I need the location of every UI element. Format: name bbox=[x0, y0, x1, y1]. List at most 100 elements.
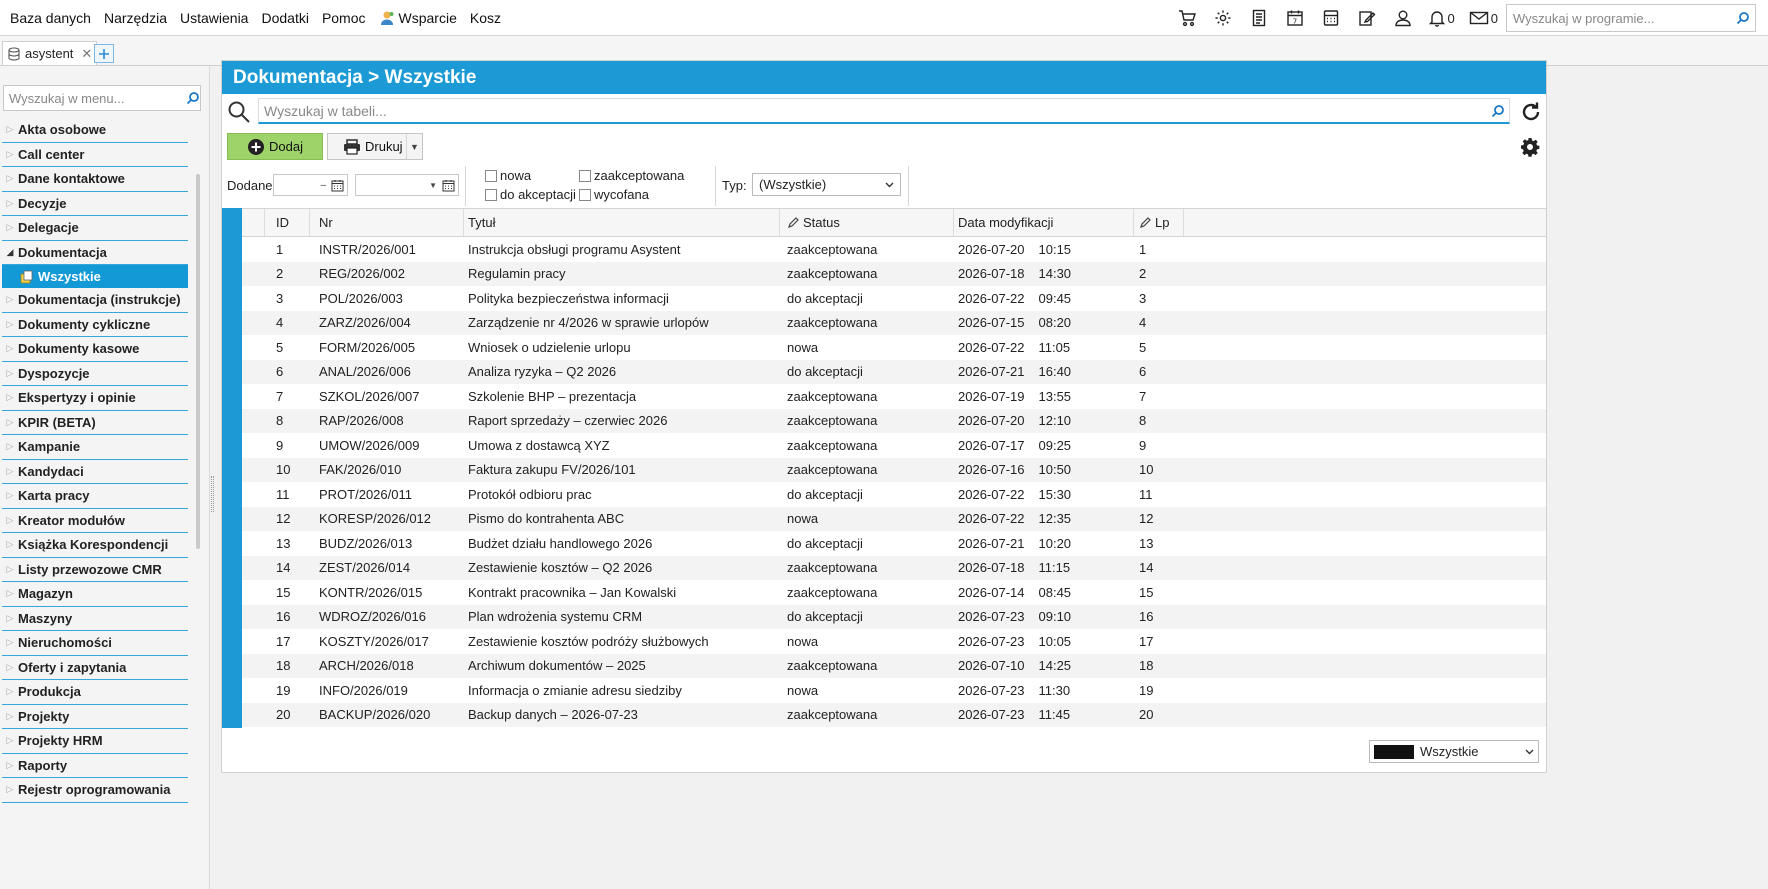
sidebar-splitter[interactable] bbox=[211, 476, 214, 512]
sidebar-subitem-wszystkie[interactable]: Wszystkie bbox=[2, 265, 188, 288]
menu-search-input[interactable] bbox=[4, 90, 185, 106]
table-row[interactable]: 10 FAK/2026/010 Faktura zakupu FV/2026/101… bbox=[242, 457, 1546, 482]
table-row[interactable]: 6 ANAL/2026/006 Analiza ryzyka – Q2 2026 do… bbox=[242, 359, 1546, 384]
triangle-right-icon[interactable]: ▷ bbox=[2, 735, 18, 746]
sidebar-item[interactable]: ▷ Delegacje bbox=[2, 216, 188, 241]
checkbox-box[interactable] bbox=[485, 188, 497, 201]
triangle-right-icon[interactable]: ▷ bbox=[2, 662, 18, 673]
triangle-right-icon[interactable]: ▷ bbox=[2, 343, 18, 354]
menu-item-wsparcie[interactable]: Wsparcie bbox=[379, 10, 457, 26]
table-row[interactable]: 17 KOSZTY/2026/017 Zestawienie kosztów pod… bbox=[242, 629, 1546, 654]
menu-item-kosz[interactable]: Kosz bbox=[470, 10, 501, 26]
table-row[interactable]: 5 FORM/2026/005 Wniosek o udzielenie urlop… bbox=[242, 335, 1546, 360]
sidebar-item[interactable]: ▷ Kampanie bbox=[2, 435, 188, 460]
checkbox-do-akceptacji[interactable]: do akceptacji bbox=[485, 187, 576, 202]
triangle-right-icon[interactable]: ▷ bbox=[2, 417, 18, 428]
type-select[interactable]: (Wszystkie) bbox=[752, 173, 901, 196]
table-row[interactable]: 1 INSTR/2026/001 Instrukcja obsługi progra… bbox=[242, 237, 1546, 262]
checkbox-nowa[interactable]: nowa bbox=[485, 168, 531, 183]
sidebar-item[interactable]: ▷ Rejestr oprogramowania bbox=[2, 778, 188, 803]
triangle-right-icon[interactable]: ▷ bbox=[2, 319, 18, 330]
table-row[interactable]: 8 RAP/2026/008 Raport sprzedaży – czerwiec… bbox=[242, 408, 1546, 433]
sidebar-item[interactable]: ▷ Call center bbox=[2, 142, 188, 167]
checkbox-box[interactable] bbox=[579, 188, 591, 201]
table-row[interactable]: 15 KONTR/2026/015 Kontrakt pracownika – Ja… bbox=[242, 580, 1546, 605]
sidebar-item[interactable]: ▷ Projekty HRM bbox=[2, 729, 188, 754]
triangle-right-icon[interactable]: ▷ bbox=[2, 124, 18, 135]
gear-icon[interactable] bbox=[1212, 7, 1234, 29]
sidebar-item[interactable]: ▷ Dokumentacja (instrukcje) bbox=[2, 288, 188, 313]
notifications[interactable]: 0 bbox=[1428, 9, 1455, 27]
sidebar-item[interactable]: ▷ Decyzje bbox=[2, 191, 188, 216]
triangle-right-icon[interactable]: ▷ bbox=[2, 564, 18, 575]
triangle-right-icon[interactable]: ▷ bbox=[2, 441, 18, 452]
table-search-input[interactable] bbox=[259, 102, 1487, 119]
table-row[interactable]: 11 PROT/2026/011 Protokół odbioru prac do a… bbox=[242, 482, 1546, 507]
add-button[interactable]: Dodaj bbox=[227, 133, 323, 160]
add-tab-button[interactable] bbox=[94, 44, 114, 63]
sidebar-item[interactable]: ▷ Oferty i zapytania bbox=[2, 655, 188, 680]
calculator-icon[interactable] bbox=[1320, 7, 1342, 29]
header-status[interactable]: Status bbox=[780, 209, 954, 236]
checkbox-zaakceptowana[interactable]: zaakceptowana bbox=[579, 168, 684, 183]
sidebar-item[interactable]: ▷ Raporty bbox=[2, 753, 188, 778]
header-title[interactable]: Tytuł bbox=[464, 209, 780, 236]
table-row[interactable]: 20 BACKUP/2026/020 Backup danych – 2026-07… bbox=[242, 702, 1546, 727]
triangle-right-icon[interactable]: ▷ bbox=[2, 613, 18, 624]
messages[interactable]: 0 bbox=[1469, 9, 1498, 27]
sidebar-item[interactable]: ▷ Karta pracy bbox=[2, 484, 188, 509]
triangle-right-icon[interactable]: ▷ bbox=[2, 466, 18, 477]
triangle-right-icon[interactable]: ▷ bbox=[2, 149, 18, 160]
close-icon[interactable]: ✕ bbox=[81, 46, 92, 62]
sidebar-item[interactable]: ▷ Maszyny bbox=[2, 606, 188, 631]
cart-icon[interactable] bbox=[1176, 7, 1198, 29]
triangle-right-icon[interactable]: ▷ bbox=[2, 490, 18, 501]
sidebar-item-dokumentacja[interactable]: ◢ Dokumentacja bbox=[2, 240, 188, 265]
table-row[interactable]: 14 ZEST/2026/014 Zestawienie kosztów – Q2 … bbox=[242, 555, 1546, 580]
table-row[interactable]: 13 BUDZ/2026/013 Budżet działu handlowego … bbox=[242, 531, 1546, 556]
search-icon[interactable] bbox=[185, 91, 200, 105]
triangle-right-icon[interactable]: ▷ bbox=[2, 588, 18, 599]
sidebar-item[interactable]: ▷ Nieruchomości bbox=[2, 631, 188, 656]
menu-item-baza-danych[interactable]: Baza danych bbox=[10, 10, 91, 26]
table-row[interactable]: 2 REG/2026/002 Regulamin pracy zaakceptowan… bbox=[242, 261, 1546, 286]
sidebar-item[interactable]: ▷ Dane kontaktowe bbox=[2, 167, 188, 192]
checkbox-box[interactable] bbox=[579, 169, 591, 182]
user-icon[interactable] bbox=[1392, 7, 1414, 29]
sidebar-item[interactable]: ▷ KPIR (BETA) bbox=[2, 410, 188, 435]
triangle-down-icon[interactable]: ◢ bbox=[2, 247, 18, 258]
table-row[interactable]: 9 UMOW/2026/009 Umowa z dostawcą XYZ zaakce… bbox=[242, 433, 1546, 458]
checkbox-box[interactable] bbox=[485, 169, 497, 182]
gear-icon[interactable] bbox=[1520, 137, 1540, 160]
edit-icon[interactable] bbox=[1356, 7, 1378, 29]
triangle-right-icon[interactable]: ▷ bbox=[2, 368, 18, 379]
header-id[interactable]: ID bbox=[265, 209, 310, 236]
chevron-down-icon[interactable]: ▼ bbox=[406, 134, 422, 159]
triangle-right-icon[interactable]: ▷ bbox=[2, 784, 18, 795]
sidebar-item[interactable]: ▷ Projekty bbox=[2, 704, 188, 729]
menu-item-pomoc[interactable]: Pomoc bbox=[322, 10, 366, 26]
menu-item-narzedzia[interactable]: Narzędzia bbox=[104, 10, 167, 26]
sidebar-item[interactable]: ▷ Akta osobowe bbox=[2, 118, 188, 143]
checkbox-wycofana[interactable]: wycofana bbox=[579, 187, 649, 202]
triangle-right-icon[interactable]: ▷ bbox=[2, 515, 18, 526]
calendar-icon[interactable] bbox=[331, 179, 344, 192]
tab-asystent[interactable]: asystent ✕ bbox=[2, 41, 98, 65]
program-search-input[interactable] bbox=[1507, 10, 1731, 26]
triangle-right-icon[interactable]: ▷ bbox=[2, 539, 18, 550]
document-icon[interactable] bbox=[1248, 7, 1270, 29]
triangle-right-icon[interactable]: ▷ bbox=[2, 294, 18, 305]
chevron-down-icon[interactable]: ▼ bbox=[429, 181, 437, 190]
calendar-icon[interactable] bbox=[442, 179, 455, 192]
header-nr[interactable]: Nr bbox=[310, 209, 464, 236]
table-row[interactable]: 16 WDROZ/2026/016 Plan wdrożenia systemu C… bbox=[242, 604, 1546, 629]
sidebar-item[interactable]: ▷ Dokumenty kasowe bbox=[2, 337, 188, 362]
table-row[interactable]: 4 ZARZ/2026/004 Zarządzenie nr 4/2026 w sp… bbox=[242, 310, 1546, 335]
search-icon[interactable] bbox=[1731, 11, 1755, 25]
sidebar-item[interactable]: ▷ Książka Korespondencji bbox=[2, 533, 188, 558]
table-row[interactable]: 7 SZKOL/2026/007 Szkolenie BHP – prezentac… bbox=[242, 384, 1546, 409]
print-button[interactable]: Drukuj ▼ bbox=[327, 133, 423, 160]
date-to-field[interactable]: ▼ bbox=[355, 174, 459, 196]
sidebar-item[interactable]: ▷ Ekspertyzy i opinie bbox=[2, 386, 188, 411]
table-row[interactable]: 3 POL/2026/003 Polityka bezpieczeństwa inf… bbox=[242, 286, 1546, 311]
